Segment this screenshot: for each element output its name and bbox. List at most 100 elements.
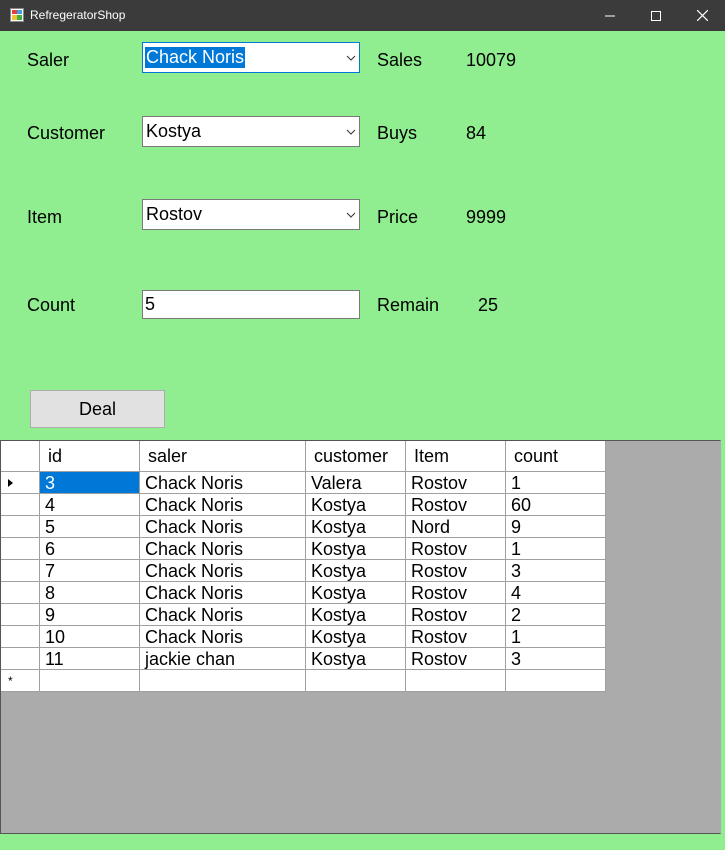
grid-cell-id[interactable]: 3 (40, 472, 140, 494)
column-header-item[interactable]: Item (406, 441, 506, 472)
maximize-button[interactable] (633, 0, 679, 31)
chevron-down-icon (346, 55, 356, 61)
close-button[interactable] (679, 0, 725, 31)
column-header-count[interactable]: count (506, 441, 606, 472)
customer-combobox-value: Kostya (146, 121, 202, 141)
close-icon (696, 10, 708, 21)
sales-label: Sales (377, 50, 423, 70)
column-header-id[interactable]: id (40, 441, 140, 472)
row-header[interactable] (1, 516, 40, 538)
grid-cell-customer[interactable]: Kostya (306, 648, 406, 670)
grid-cell-item[interactable]: Rostov (406, 582, 506, 604)
minimize-button[interactable] (587, 0, 633, 31)
new-row-cell-saler[interactable] (140, 670, 306, 692)
row-header[interactable] (1, 560, 40, 582)
item-combobox-value: Rostov (146, 204, 203, 224)
grid-cell-saler[interactable]: Chack Noris (140, 560, 306, 582)
grid-cell-saler[interactable]: Chack Noris (140, 604, 306, 626)
grid-cell-count[interactable]: 3 (506, 560, 606, 582)
grid-cell-id[interactable]: 10 (40, 626, 140, 648)
new-row-cell-customer[interactable] (306, 670, 406, 692)
minimize-icon (605, 15, 615, 16)
row-header[interactable] (1, 648, 40, 670)
grid-cell-id[interactable]: 7 (40, 560, 140, 582)
window-title: RefregeratorShop (30, 8, 126, 22)
saler-label: Saler (27, 50, 70, 70)
grid-cell-item[interactable]: Rostov (406, 604, 506, 626)
row-header[interactable] (1, 494, 40, 516)
sales-value: 10079 (466, 50, 517, 70)
grid-cell-item[interactable]: Rostov (406, 494, 506, 516)
remain-label: Remain (377, 295, 440, 315)
grid-cell-saler[interactable]: Chack Noris (140, 516, 306, 538)
item-combobox[interactable]: Rostov (142, 199, 360, 230)
new-row-marker: * (8, 674, 13, 688)
grid-cell-id[interactable]: 11 (40, 648, 140, 670)
customer-combobox[interactable]: Kostya (142, 116, 360, 147)
customer-label: Customer (27, 123, 106, 143)
app-icon (10, 8, 24, 22)
grid-cell-count[interactable]: 1 (506, 472, 606, 494)
row-header[interactable] (1, 538, 40, 560)
new-row-cell-count[interactable] (506, 670, 606, 692)
grid-cell-customer[interactable]: Kostya (306, 516, 406, 538)
buys-value: 84 (466, 123, 487, 143)
grid-cell-item[interactable]: Rostov (406, 626, 506, 648)
price-label: Price (377, 207, 419, 227)
grid-cell-count[interactable]: 9 (506, 516, 606, 538)
app-window: RefregeratorShop Saler Chack Noris Sales… (0, 0, 725, 850)
grid-cell-saler[interactable]: Chack Noris (140, 494, 306, 516)
grid-cell-id[interactable]: 9 (40, 604, 140, 626)
new-row-cell-item[interactable] (406, 670, 506, 692)
grid-cell-customer[interactable]: Kostya (306, 604, 406, 626)
grid-cell-customer[interactable]: Kostya (306, 494, 406, 516)
grid-cell-count[interactable]: 3 (506, 648, 606, 670)
grid-cell-customer[interactable]: Kostya (306, 560, 406, 582)
title-bar[interactable]: RefregeratorShop (0, 0, 725, 31)
grid-cell-id[interactable]: 4 (40, 494, 140, 516)
count-field[interactable] (142, 290, 360, 319)
maximize-icon (651, 10, 661, 21)
row-header[interactable] (1, 604, 40, 626)
grid-cell-count[interactable]: 4 (506, 582, 606, 604)
row-header[interactable] (1, 582, 40, 604)
chevron-down-icon (346, 212, 356, 218)
count-label: Count (27, 295, 76, 315)
grid-cell-item[interactable]: Nord (406, 516, 506, 538)
deal-button[interactable]: Deal (30, 390, 165, 428)
grid-corner-header[interactable] (1, 441, 40, 472)
grid-cell-item[interactable]: Rostov (406, 560, 506, 582)
chevron-down-icon (346, 129, 356, 135)
grid-cell-item[interactable]: Rostov (406, 538, 506, 560)
price-value: 9999 (466, 207, 507, 227)
new-row-cell-id[interactable] (40, 670, 140, 692)
row-header[interactable] (1, 472, 40, 494)
grid-cell-customer[interactable]: Valera (306, 472, 406, 494)
grid-cell-item[interactable]: Rostov (406, 472, 506, 494)
saler-combobox[interactable]: Chack Noris (142, 42, 360, 73)
new-row-header[interactable]: * (1, 670, 40, 692)
grid-cell-id[interactable]: 5 (40, 516, 140, 538)
grid-cell-saler[interactable]: Chack Noris (140, 472, 306, 494)
grid-cell-count[interactable]: 1 (506, 626, 606, 648)
row-header[interactable] (1, 626, 40, 648)
column-header-customer[interactable]: customer (306, 441, 406, 472)
grid-cell-id[interactable]: 8 (40, 582, 140, 604)
saler-combobox-value: Chack Noris (145, 47, 246, 68)
grid-cell-customer[interactable]: Kostya (306, 626, 406, 648)
column-header-saler[interactable]: saler (140, 441, 306, 472)
grid-cell-customer[interactable]: Kostya (306, 538, 406, 560)
remain-value: 25 (478, 295, 499, 315)
grid-cell-saler[interactable]: jackie chan (140, 648, 306, 670)
grid-cell-customer[interactable]: Kostya (306, 582, 406, 604)
grid-cell-item[interactable]: Rostov (406, 648, 506, 670)
item-label: Item (27, 207, 63, 227)
grid-cell-count[interactable]: 1 (506, 538, 606, 560)
grid-cell-count[interactable]: 2 (506, 604, 606, 626)
grid-cell-id[interactable]: 6 (40, 538, 140, 560)
grid-cell-saler[interactable]: Chack Noris (140, 626, 306, 648)
grid-cell-saler[interactable]: Chack Noris (140, 582, 306, 604)
grid-cell-saler[interactable]: Chack Noris (140, 538, 306, 560)
count-input[interactable] (145, 294, 345, 315)
grid-cell-count[interactable]: 60 (506, 494, 606, 516)
